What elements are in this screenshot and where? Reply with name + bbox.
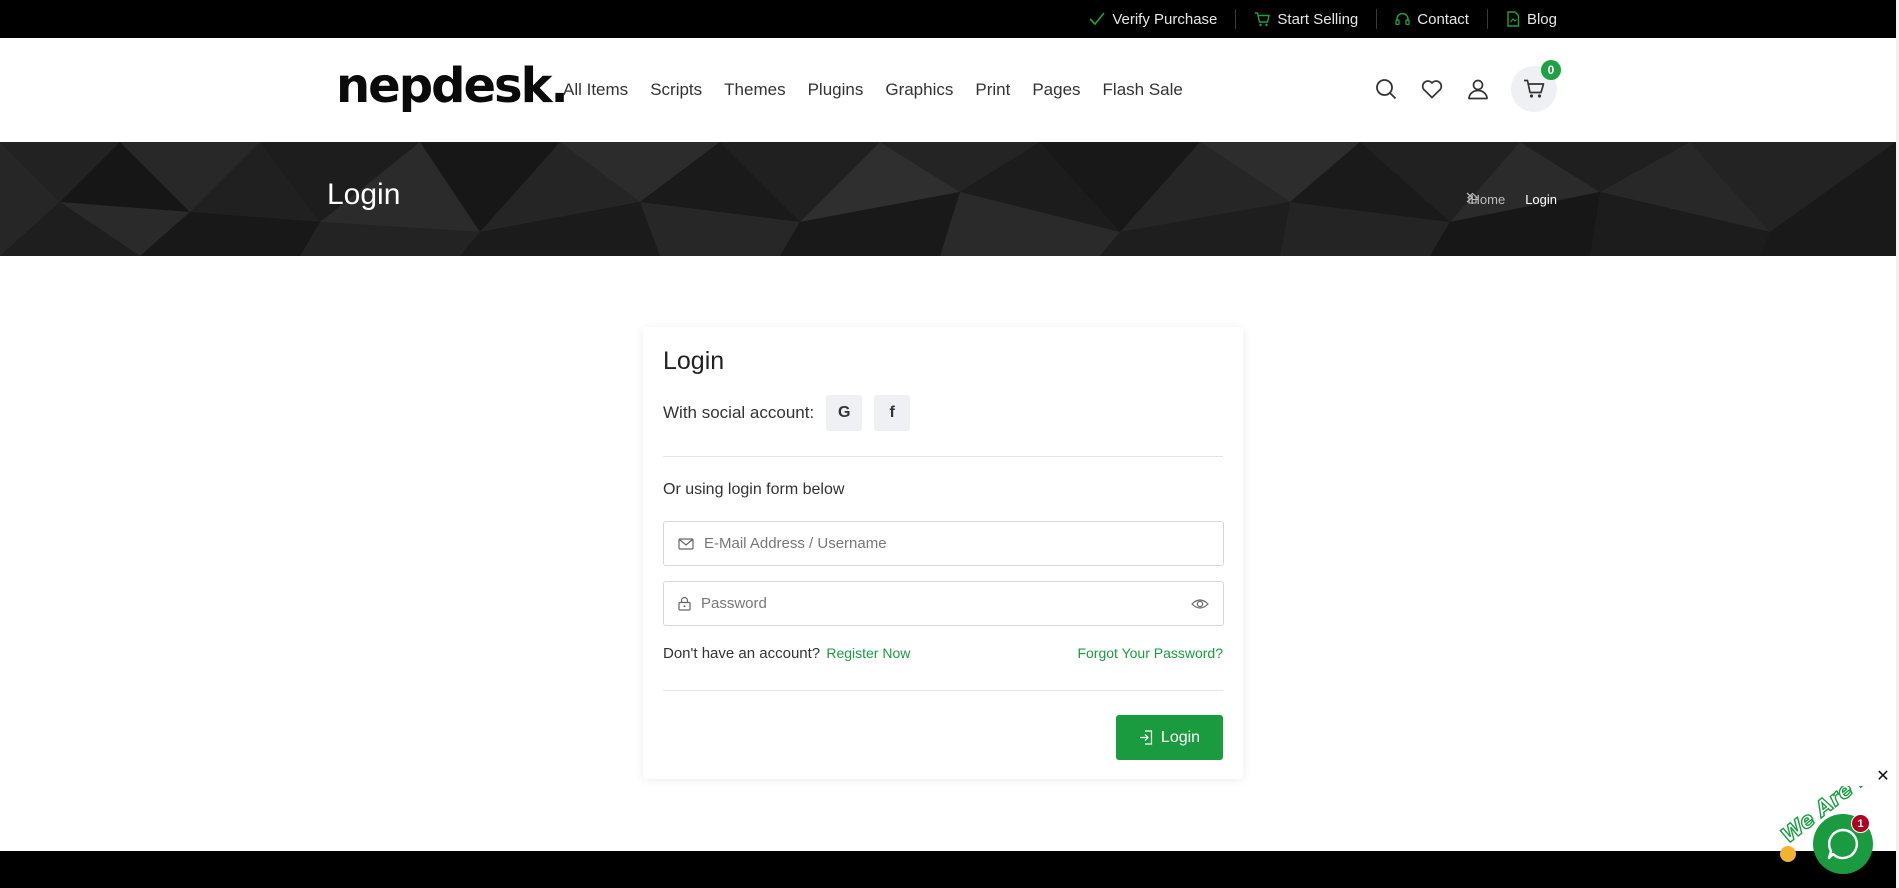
- social-login-row: With social account: G f: [663, 395, 922, 431]
- divider: [663, 690, 1223, 691]
- topbar-links: Verify Purchase Start Selling Contact Bl…: [1071, 0, 1557, 38]
- document-icon: [1506, 11, 1520, 27]
- topbar-link-label: Start Selling: [1277, 10, 1359, 28]
- topbar-link-start-selling[interactable]: Start Selling: [1235, 9, 1376, 29]
- banner-pattern: [0, 142, 1896, 256]
- email-input[interactable]: [704, 535, 1209, 552]
- nav-item-scripts[interactable]: Scripts: [650, 80, 702, 100]
- nav-item-graphics[interactable]: Graphics: [885, 80, 953, 100]
- topbar-link-contact[interactable]: Contact: [1376, 9, 1487, 29]
- breadcrumb-current: Login: [1525, 192, 1557, 207]
- headset-icon: [1395, 12, 1410, 27]
- chat-icon: [1826, 827, 1860, 861]
- site-footer: [0, 851, 1896, 888]
- register-row: Don't have an account? Register Now: [663, 645, 910, 662]
- nav-item-all-items[interactable]: All Items: [563, 80, 628, 100]
- login-button-label: Login: [1160, 728, 1201, 746]
- cart-button[interactable]: 0: [1511, 60, 1561, 112]
- eye-icon[interactable]: [1191, 598, 1209, 610]
- login-card: Login With social account: G f Or using …: [643, 327, 1243, 779]
- topbar: Verify Purchase Start Selling Contact Bl…: [0, 0, 1896, 38]
- no-account-text: Don't have an account?: [663, 645, 821, 662]
- topbar-link-label: Verify Purchase: [1112, 10, 1218, 28]
- nav-item-pages[interactable]: Pages: [1032, 80, 1080, 100]
- header-actions: 0: [1363, 60, 1561, 113]
- cart-icon: [1254, 11, 1271, 27]
- breadcrumb: Home Login: [1466, 192, 1557, 207]
- facebook-login-button[interactable]: f: [874, 395, 911, 431]
- lock-icon: [678, 596, 691, 611]
- page-banner: Login Home Login: [0, 142, 1896, 256]
- topbar-link-verify-purchase[interactable]: Verify Purchase: [1071, 9, 1235, 29]
- google-login-button[interactable]: G: [826, 395, 863, 431]
- social-label: With social account:: [663, 403, 815, 422]
- topbar-link-label: Blog: [1526, 10, 1557, 28]
- site-header: nepdesk. All Items Scripts Themes Plugin…: [0, 38, 1896, 142]
- chat-close-icon[interactable]: ✕: [1875, 769, 1891, 785]
- login-form-intro: Or using login form below: [663, 481, 845, 498]
- nav-item-print[interactable]: Print: [975, 80, 1010, 100]
- cart-icon: [1523, 79, 1545, 99]
- nav-item-flash-sale[interactable]: Flash Sale: [1103, 80, 1183, 100]
- nav-item-plugins[interactable]: Plugins: [808, 80, 864, 100]
- main-nav: All Items Scripts Themes Plugins Graphic…: [563, 38, 1205, 142]
- google-icon: G: [837, 404, 851, 421]
- email-field[interactable]: [663, 521, 1224, 566]
- site-logo[interactable]: nepdesk.: [336, 62, 569, 110]
- cart-count-badge: 0: [1541, 60, 1561, 80]
- chat-unread-badge: 1: [1851, 814, 1870, 833]
- topbar-link-label: Contact: [1417, 10, 1469, 28]
- password-input[interactable]: [701, 595, 1191, 612]
- check-icon: [1089, 12, 1105, 26]
- sign-in-icon: [1139, 730, 1153, 745]
- login-button[interactable]: Login: [1116, 715, 1223, 760]
- page-title: Login: [327, 178, 401, 211]
- facebook-icon: f: [889, 404, 895, 421]
- heart-icon[interactable]: [1409, 66, 1455, 112]
- waving-hand-icon: [1780, 846, 1796, 862]
- login-card-title: Login: [663, 347, 725, 375]
- divider: [663, 456, 1223, 457]
- user-icon[interactable]: [1455, 66, 1501, 112]
- search-icon[interactable]: [1363, 66, 1409, 112]
- envelope-icon: [678, 537, 694, 550]
- nav-item-themes[interactable]: Themes: [724, 80, 785, 100]
- register-link[interactable]: Register Now: [826, 645, 910, 661]
- password-field[interactable]: [663, 581, 1224, 626]
- forgot-password-link[interactable]: Forgot Your Password?: [1077, 645, 1223, 661]
- topbar-link-blog[interactable]: Blog: [1486, 9, 1557, 29]
